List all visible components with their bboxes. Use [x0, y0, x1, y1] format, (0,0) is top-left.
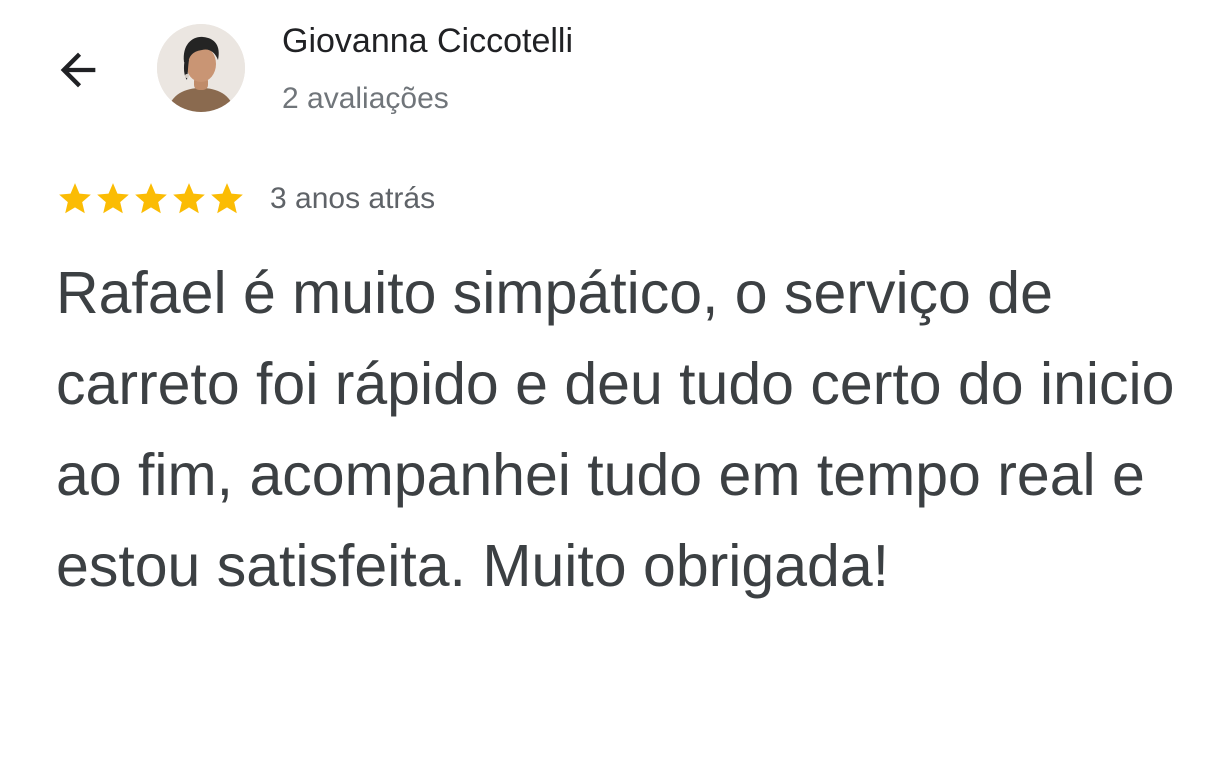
star-icon [97, 183, 129, 214]
avatar[interactable] [157, 24, 245, 112]
arrow-left-icon [60, 52, 96, 88]
rating-row: 3 anos atrás [56, 178, 435, 220]
back-button[interactable] [46, 38, 110, 102]
star-icon [59, 183, 91, 214]
star-icon [211, 183, 243, 214]
review-date: 3 anos atrás [270, 182, 436, 215]
user-avatar [157, 24, 245, 112]
review-count: 2 avaliações [282, 82, 449, 115]
star-icon [173, 183, 205, 214]
star-icon [135, 183, 167, 214]
review-text: Rafael é muito simpático, o serviço de c… [56, 260, 1175, 599]
star-rating [56, 180, 246, 218]
reviewer-name[interactable]: Giovanna Ciccotelli [282, 22, 573, 61]
